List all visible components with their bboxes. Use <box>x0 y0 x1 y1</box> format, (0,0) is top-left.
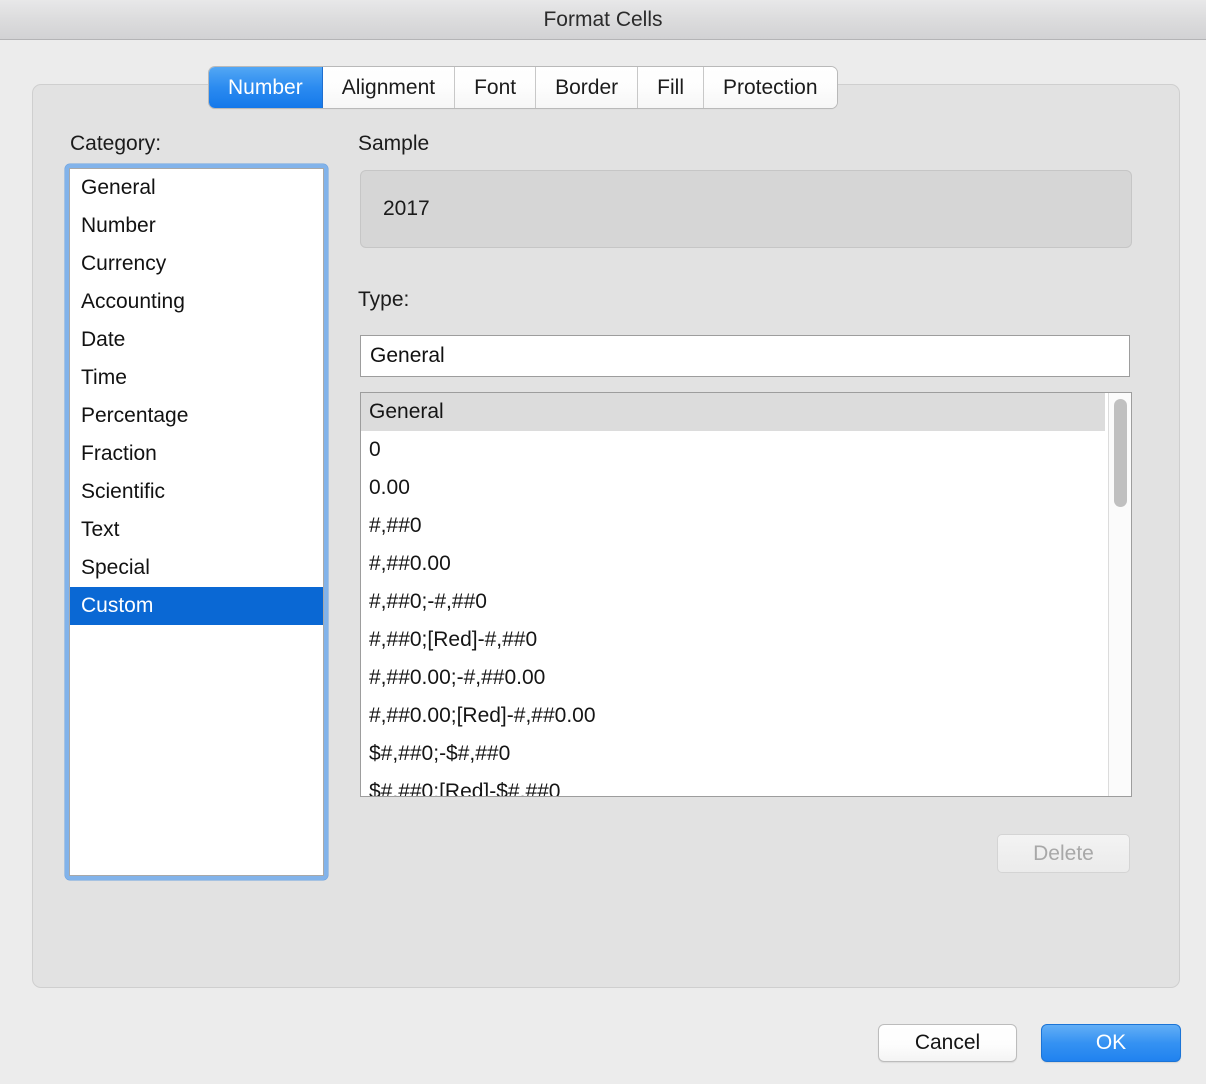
window-title: Format Cells <box>543 8 663 31</box>
type-format-item[interactable]: $#,##0;-$#,##0 <box>361 735 1105 773</box>
type-format-list-items: General 0 0.00 #,##0 #,##0.00 #,##0;-#,##0 #,#… <box>361 393 1105 796</box>
ok-button[interactable]: OK <box>1041 1024 1181 1062</box>
category-item[interactable]: Percentage <box>70 397 323 435</box>
scrollbar-thumb[interactable] <box>1114 399 1127 507</box>
type-input[interactable] <box>360 335 1130 377</box>
sample-label: Sample <box>358 132 430 155</box>
category-item[interactable]: Custom <box>70 587 323 625</box>
type-format-item[interactable]: #,##0.00;-#,##0.00 <box>361 659 1105 697</box>
category-item[interactable]: Date <box>70 321 323 359</box>
format-cells-dialog: Format Cells Number Alignment Font Border Fi… <box>0 0 1206 1084</box>
category-list[interactable]: General Number Currency Accounting Date Time P… <box>65 164 328 880</box>
category-item[interactable]: Special <box>70 549 323 587</box>
type-format-item[interactable]: 0.00 <box>361 469 1105 507</box>
tab-border[interactable]: Border <box>536 67 639 108</box>
tab-alignment[interactable]: Alignment <box>322 67 456 108</box>
category-item[interactable]: Fraction <box>70 435 323 473</box>
category-item[interactable]: Time <box>70 359 323 397</box>
tab-fill[interactable]: Fill <box>638 67 704 108</box>
sample-box: 2017 <box>360 170 1132 248</box>
category-item[interactable]: General <box>70 169 323 207</box>
category-item[interactable]: Currency <box>70 245 323 283</box>
type-format-item[interactable]: 0 <box>361 431 1105 469</box>
type-label: Type: <box>358 288 410 311</box>
type-format-item[interactable]: #,##0;-#,##0 <box>361 583 1105 621</box>
tab-font[interactable]: Font <box>455 67 537 108</box>
type-format-item[interactable]: General <box>361 393 1105 431</box>
type-format-item[interactable]: #,##0 <box>361 507 1105 545</box>
cancel-button[interactable]: Cancel <box>878 1024 1017 1062</box>
category-label: Category: <box>70 132 162 155</box>
category-item[interactable]: Scientific <box>70 473 323 511</box>
category-item[interactable]: Text <box>70 511 323 549</box>
type-list-scrollbar[interactable] <box>1108 393 1131 796</box>
delete-button[interactable]: Delete <box>997 834 1130 873</box>
category-item[interactable]: Number <box>70 207 323 245</box>
category-item[interactable]: Accounting <box>70 283 323 321</box>
type-format-list[interactable]: General 0 0.00 #,##0 #,##0.00 #,##0;-#,##0 #,#… <box>360 392 1132 797</box>
category-list-inner: General Number Currency Accounting Date Time P… <box>69 168 324 876</box>
title-bar: Format Cells <box>0 0 1206 40</box>
type-format-item[interactable]: $#,##0;[Red]-$#,##0 <box>361 773 1105 796</box>
type-format-item[interactable]: #,##0;[Red]-#,##0 <box>361 621 1105 659</box>
type-format-item[interactable]: #,##0.00 <box>361 545 1105 583</box>
type-format-item[interactable]: #,##0.00;[Red]-#,##0.00 <box>361 697 1105 735</box>
tab-bar: Number Alignment Font Border Fill Protection <box>209 67 837 108</box>
sample-value: 2017 <box>383 197 430 220</box>
tab-protection[interactable]: Protection <box>703 67 837 108</box>
tab-number[interactable]: Number <box>209 67 323 108</box>
